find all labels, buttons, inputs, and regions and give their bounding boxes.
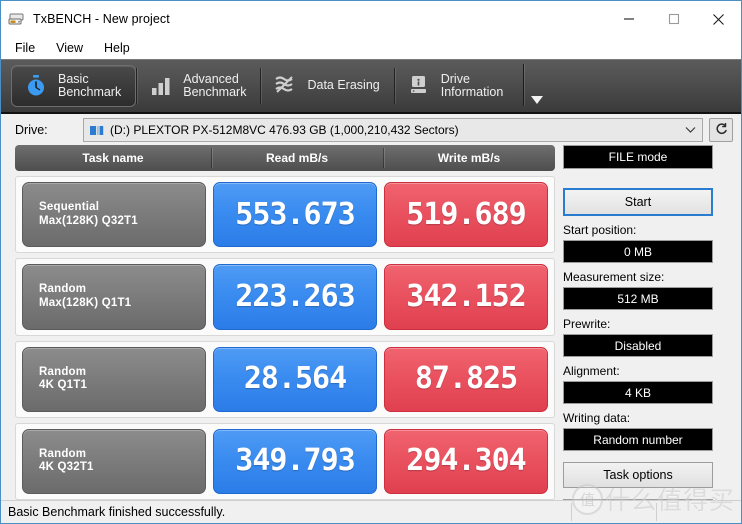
tab-label-line1: Basic [58, 72, 89, 86]
task-name-line2: 4K Q1T1 [39, 379, 205, 393]
tab-advanced-benchmark[interactable]: Advanced Benchmark [137, 60, 260, 112]
column-header-write: Write mB/s [383, 145, 555, 171]
prewrite-value[interactable]: Disabled [563, 334, 713, 357]
read-speed-value: 28.564 [244, 364, 346, 394]
write-speed-value: 342.152 [406, 282, 525, 312]
tab-label-line1: Data Erasing [307, 78, 379, 92]
write-speed-value: 294.304 [406, 446, 525, 476]
alignment-label: Alignment: [563, 364, 713, 378]
write-speed-value: 87.825 [415, 364, 517, 394]
task-name-line1: Random [39, 283, 205, 297]
task-name-line1: Sequential [39, 201, 205, 215]
tab-label-line2: Benchmark [183, 86, 246, 100]
menu-item-view[interactable]: View [52, 39, 92, 57]
write-speed-cell: 87.825 [384, 347, 548, 412]
maximize-button[interactable] [651, 1, 696, 37]
window-controls [606, 1, 741, 37]
prewrite-label: Prewrite: [563, 317, 713, 331]
window-title: TxBENCH - New project [33, 12, 170, 26]
tab-label-line2: Benchmark [58, 86, 121, 100]
refresh-button[interactable] [709, 118, 733, 142]
start-position-value[interactable]: 0 MB [563, 240, 713, 263]
status-divider [571, 503, 572, 521]
read-speed-cell: 553.673 [213, 182, 377, 247]
drive-info-icon [406, 72, 432, 100]
task-name-line2: Max(128K) Q1T1 [39, 297, 205, 311]
tab-data-erasing[interactable]: Data Erasing [261, 60, 393, 112]
task-options-button[interactable]: Task options [563, 462, 713, 488]
title-bar: TxBENCH - New project [1, 1, 741, 37]
column-header-task-name: Task name [15, 145, 211, 171]
tab-basic-benchmark[interactable]: Basic Benchmark [11, 65, 136, 107]
bar-chart-icon [148, 72, 174, 100]
drive-selector-row: Drive: (D:) PLEXTOR PX-512M8VC 476.93 GB… [1, 114, 741, 145]
write-speed-cell: 294.304 [384, 429, 548, 494]
drive-selected-value: (D:) PLEXTOR PX-512M8VC 476.93 GB (1,000… [110, 123, 682, 137]
task-name-line2: 4K Q32T1 [39, 461, 205, 475]
minimize-button[interactable] [606, 1, 651, 37]
table-row[interactable]: Random 4K Q1T1 28.564 87.825 [15, 341, 555, 418]
main-body: Task name Read mB/s Write mB/s Sequentia… [1, 145, 741, 500]
results-header-row: Task name Read mB/s Write mB/s [15, 145, 555, 171]
task-name-line2: Max(128K) Q32T1 [39, 215, 205, 229]
file-mode-button[interactable]: FILE mode [563, 145, 713, 169]
read-speed-cell: 28.564 [213, 347, 377, 412]
close-button[interactable] [696, 1, 741, 37]
write-speed-cell: 519.689 [384, 182, 548, 247]
table-row[interactable]: Sequential Max(128K) Q32T1 553.673 519.6… [15, 176, 555, 253]
txbench-window: TxBENCH - New project File View Help [0, 0, 742, 524]
tab-label-line1: Advanced [183, 72, 239, 86]
read-speed-cell: 349.793 [213, 429, 377, 494]
status-bar: Basic Benchmark finished successfully. [1, 500, 741, 523]
write-speed-cell: 342.152 [384, 264, 548, 329]
write-speed-value: 519.689 [406, 200, 525, 230]
measurement-size-value[interactable]: 512 MB [563, 287, 713, 310]
task-name-cell: Random 4K Q32T1 [22, 429, 206, 494]
task-name-line1: Random [39, 366, 205, 380]
chevron-down-icon [531, 96, 543, 104]
drive-label: Drive: [15, 123, 83, 137]
task-name-cell: Sequential Max(128K) Q32T1 [22, 182, 206, 247]
toolbar-divider [523, 64, 524, 106]
menu-item-file[interactable]: File [11, 39, 44, 57]
wave-erase-icon [272, 72, 298, 100]
writing-data-value[interactable]: Random number [563, 428, 713, 451]
status-message: Basic Benchmark finished successfully. [1, 505, 571, 519]
start-button[interactable]: Start [563, 188, 713, 216]
table-row[interactable]: Random 4K Q32T1 349.793 294.304 [15, 423, 555, 500]
menu-bar: File View Help [1, 37, 741, 59]
table-row[interactable]: Random Max(128K) Q1T1 223.263 342.152 [15, 258, 555, 335]
status-divider [656, 503, 657, 521]
tab-drive-information[interactable]: Drive Information [395, 60, 518, 112]
tab-drive-information-label: Drive Information [441, 73, 504, 100]
drive-select[interactable]: (D:) PLEXTOR PX-512M8VC 476.93 GB (1,000… [83, 118, 703, 142]
menu-item-help[interactable]: Help [100, 39, 139, 57]
chevron-down-icon[interactable] [682, 126, 698, 134]
toolbar-tabs: Basic Benchmark Advanced Benchmark [1, 59, 741, 114]
read-speed-value: 349.793 [235, 446, 354, 476]
tab-label-line1: Drive [441, 72, 470, 86]
settings-panel: FILE mode Start Start position: 0 MB Mea… [563, 145, 719, 500]
column-header-read: Read mB/s [211, 145, 383, 171]
task-name-cell: Random 4K Q1T1 [22, 347, 206, 412]
measurement-size-label: Measurement size: [563, 270, 713, 284]
tab-label-line2: Information [441, 86, 504, 100]
tab-advanced-benchmark-label: Advanced Benchmark [183, 73, 246, 100]
toolbar-overflow-button[interactable] [523, 60, 543, 112]
tab-basic-benchmark-label: Basic Benchmark [58, 73, 121, 100]
drive-icon [90, 124, 104, 136]
read-speed-cell: 223.263 [213, 264, 377, 329]
tab-data-erasing-label: Data Erasing [307, 79, 379, 93]
task-name-line1: Random [39, 448, 205, 462]
writing-data-label: Writing data: [563, 411, 713, 425]
benchmark-results: Task name Read mB/s Write mB/s Sequentia… [15, 145, 555, 500]
read-speed-value: 223.263 [235, 282, 354, 312]
task-name-cell: Random Max(128K) Q1T1 [22, 264, 206, 329]
start-position-label: Start position: [563, 223, 713, 237]
app-icon [8, 11, 26, 27]
stopwatch-icon [23, 72, 49, 100]
read-speed-value: 553.673 [235, 200, 354, 230]
alignment-value[interactable]: 4 KB [563, 381, 713, 404]
